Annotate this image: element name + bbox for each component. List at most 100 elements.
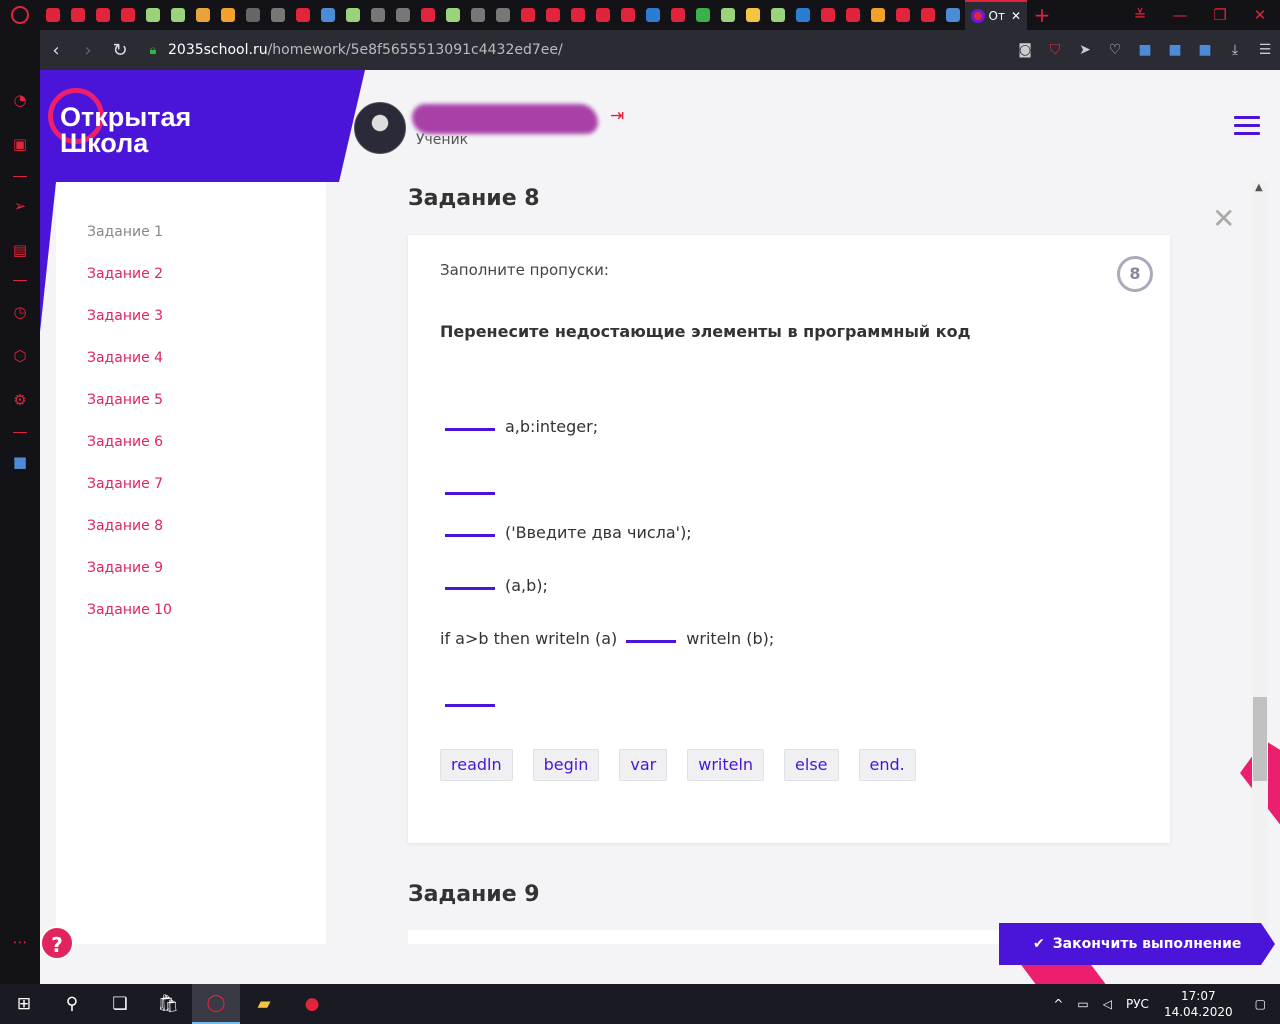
vk-extension-icon[interactable]: ■ — [1130, 42, 1160, 58]
pinned-tab[interactable] — [940, 0, 965, 30]
pinned-tab[interactable] — [865, 0, 890, 30]
twitch-icon[interactable]: ▣ — [10, 134, 30, 154]
pinned-tab[interactable] — [515, 0, 540, 30]
tasks-nav-item-7[interactable]: Задание 7 — [87, 476, 163, 492]
history-icon[interactable]: ◷ — [10, 302, 30, 322]
tray-expand-icon[interactable]: ^ — [1046, 997, 1070, 1011]
extensions-icon[interactable]: ⬡ — [10, 346, 30, 366]
search-icon[interactable]: ⚲ — [48, 984, 96, 1024]
opera-taskbar-icon[interactable]: ◯ — [192, 984, 240, 1024]
pinned-tab[interactable] — [765, 0, 790, 30]
pinned-tab[interactable] — [40, 0, 65, 30]
file-explorer-icon[interactable]: ▰ — [240, 984, 288, 1024]
tasks-nav-item-5[interactable]: Задание 5 — [87, 392, 163, 408]
tasks-nav-item-3[interactable]: Задание 3 — [87, 308, 163, 324]
finish-button[interactable]: ✔ Закончить выполнение — [999, 923, 1261, 965]
translate-extension-icon[interactable]: ■ — [1160, 42, 1190, 58]
drop-blank[interactable] — [445, 704, 495, 707]
easy-setup-icon[interactable]: ☰ — [1250, 42, 1280, 58]
pinned-tab[interactable] — [265, 0, 290, 30]
new-tab-button[interactable]: + — [1027, 3, 1057, 27]
pinned-tab[interactable] — [290, 0, 315, 30]
pinned-tab[interactable] — [140, 0, 165, 30]
snapshot-icon[interactable]: ◙ — [1010, 42, 1040, 58]
pinned-tab[interactable] — [590, 0, 615, 30]
drop-blank[interactable] — [445, 534, 495, 537]
vk-extension-icon-2[interactable]: ■ — [1190, 42, 1220, 58]
pinned-tab[interactable] — [365, 0, 390, 30]
pinned-tab[interactable] — [790, 0, 815, 30]
pinned-tab[interactable] — [440, 0, 465, 30]
draggable-word[interactable]: else — [784, 749, 839, 781]
close-icon[interactable]: ✕ — [1212, 202, 1235, 235]
draggable-word[interactable]: begin — [532, 749, 600, 781]
pinned-tab[interactable] — [240, 0, 265, 30]
pinned-tab[interactable] — [415, 0, 440, 30]
pinned-tab[interactable] — [190, 0, 215, 30]
tasks-nav-item-4[interactable]: Задание 4 — [87, 350, 163, 366]
pinned-tab[interactable] — [115, 0, 140, 30]
drop-blank[interactable] — [445, 587, 495, 590]
lock-icon[interactable]: 🔒︎ — [144, 43, 162, 58]
pinned-tab[interactable] — [615, 0, 640, 30]
pinned-tab[interactable] — [340, 0, 365, 30]
reload-icon[interactable]: ↻ — [104, 40, 136, 61]
close-window-icon[interactable]: ✕ — [1240, 6, 1280, 24]
hamburger-menu-icon[interactable] — [1234, 116, 1260, 140]
tasks-nav-item-8[interactable]: Задание 8 — [87, 518, 163, 534]
network-icon[interactable]: ▭ — [1070, 997, 1095, 1011]
pinned-tab[interactable] — [465, 0, 490, 30]
draggable-word[interactable]: var — [619, 749, 668, 781]
pinned-tab[interactable] — [665, 0, 690, 30]
pinned-tab[interactable] — [390, 0, 415, 30]
close-tab-icon[interactable]: ✕ — [1011, 9, 1021, 23]
drop-blank[interactable] — [445, 492, 495, 495]
pinned-tab[interactable] — [565, 0, 590, 30]
draggable-word[interactable]: readln — [440, 749, 513, 781]
active-tab[interactable]: От ✕ — [965, 0, 1027, 30]
pinned-tab[interactable] — [215, 0, 240, 30]
opera-menu-icon[interactable] — [0, 0, 40, 30]
store-icon[interactable]: 🛍︎ — [144, 984, 192, 1024]
input-language[interactable]: РУС — [1119, 997, 1156, 1011]
drop-blank[interactable] — [626, 640, 677, 643]
scrollbar-thumb[interactable] — [1253, 697, 1267, 781]
scroll-up-icon[interactable]: ▲ — [1255, 182, 1263, 193]
pinned-tab[interactable] — [640, 0, 665, 30]
pinned-tab[interactable] — [690, 0, 715, 30]
pinned-tab[interactable] — [715, 0, 740, 30]
forward-icon[interactable]: › — [72, 40, 104, 61]
back-icon[interactable]: ‹ — [40, 40, 72, 61]
site-logo[interactable]: Открытая Школа — [60, 104, 191, 157]
settings-icon[interactable]: ⚙ — [10, 390, 30, 410]
pinned-tab[interactable] — [890, 0, 915, 30]
tasks-nav-item-1[interactable]: Задание 1 — [87, 224, 163, 240]
tab-menu-icon[interactable]: ≚ — [1120, 6, 1160, 24]
clock[interactable]: 17:07 14.04.2020 — [1156, 988, 1241, 1020]
pinned-tab[interactable] — [65, 0, 90, 30]
translate-icon[interactable]: ■ — [10, 452, 30, 472]
pinned-tab[interactable] — [815, 0, 840, 30]
pinned-tab[interactable] — [740, 0, 765, 30]
tasks-nav-item-6[interactable]: Задание 6 — [87, 434, 163, 450]
pinned-tab[interactable] — [540, 0, 565, 30]
notifications-icon[interactable]: ▢ — [1241, 997, 1280, 1011]
pinned-tab[interactable] — [490, 0, 515, 30]
avatar[interactable] — [354, 102, 406, 154]
drop-blank[interactable] — [445, 428, 495, 431]
adblock-icon[interactable]: ⛉ — [1040, 42, 1070, 58]
draggable-word[interactable]: end. — [858, 749, 916, 781]
yandex-browser-icon[interactable]: ● — [288, 984, 336, 1024]
restore-icon[interactable]: ❐ — [1200, 6, 1240, 24]
volume-icon[interactable]: ◁ — [1096, 997, 1119, 1011]
send-icon[interactable]: ➤ — [1070, 42, 1100, 58]
tasks-nav-item-9[interactable]: Задание 9 — [87, 560, 163, 576]
tasks-nav-item-10[interactable]: Задание 10 — [87, 602, 172, 618]
pinned-tab[interactable] — [165, 0, 190, 30]
url-field[interactable]: 2035school.ru/homework/5e8f5655513091c44… — [168, 42, 563, 58]
flow-send-icon[interactable]: ➢ — [10, 196, 30, 216]
pinned-tab[interactable] — [90, 0, 115, 30]
pinned-tab[interactable] — [315, 0, 340, 30]
task-view-icon[interactable]: ❏ — [96, 984, 144, 1024]
help-button[interactable]: ? — [40, 926, 74, 960]
